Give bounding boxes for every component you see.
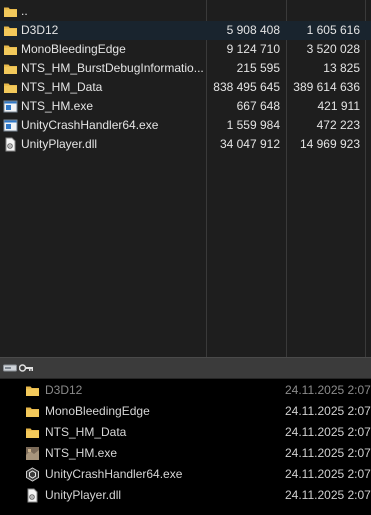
unity-exe-icon [25, 467, 40, 482]
dll-icon [3, 137, 18, 152]
folder-icon [3, 80, 18, 95]
file-name: NTS_HM.exe [45, 446, 118, 460]
file-name: UnityCrashHandler64.exe [21, 118, 159, 132]
file-row[interactable]: NTS_HM_Data 24.11.2025 2:07 [0, 422, 371, 443]
file-row[interactable]: NTS_HM.exe 24.11.2025 2:07 [0, 443, 371, 464]
file-packed-size: 13 825 [323, 61, 360, 75]
exe-icon [3, 118, 18, 133]
file-packed-size: 1 605 616 [306, 23, 360, 37]
file-row[interactable]: UnityPlayer.dll 34 047 912 14 969 923 [0, 135, 371, 154]
file-packed-size: 421 911 [317, 99, 361, 113]
archive-file-list: .. D3D12 5 908 408 1 605 616 MonoBleedingEdg… [0, 0, 371, 357]
file-row[interactable]: UnityPlayer.dll 24.11.2025 2:07 [0, 485, 371, 506]
file-name: D3D12 [21, 23, 59, 37]
file-name: NTS_HM_Data [21, 80, 103, 94]
file-row[interactable]: NTS_HM_Data 838 495 645 389 614 636 [0, 78, 371, 97]
folder-icon [3, 61, 18, 76]
file-size: 9 124 710 [226, 42, 280, 56]
file-modified-date: 24.11.2025 2:07 [285, 425, 371, 439]
file-size: 838 495 645 [213, 80, 280, 94]
file-packed-size: 472 223 [316, 118, 360, 132]
file-name: UnityPlayer.dll [45, 488, 122, 502]
folder-icon [3, 23, 18, 38]
file-row[interactable]: D3D12 5 908 408 1 605 616 [0, 21, 371, 40]
file-size: 215 595 [236, 61, 280, 75]
panel-splitter[interactable] [0, 357, 371, 379]
file-size: 1 559 984 [226, 118, 280, 132]
drive-icon[interactable] [3, 363, 17, 373]
file-row[interactable]: .. [0, 2, 371, 21]
file-name: NTS_HM.exe [21, 99, 94, 113]
file-row[interactable]: UnityCrashHandler64.exe 1 559 984 472 223 [0, 116, 371, 135]
game-exe-icon [25, 446, 40, 461]
file-packed-size: 3 520 028 [306, 42, 360, 56]
file-modified-date: 24.11.2025 2:07 [285, 446, 371, 460]
file-name: UnityPlayer.dll [21, 137, 98, 151]
file-size: 34 047 912 [219, 137, 280, 151]
file-row[interactable]: MonoBleedingEdge 9 124 710 3 520 028 [0, 40, 371, 59]
folder-icon [25, 425, 40, 440]
file-name: UnityCrashHandler64.exe [45, 467, 183, 481]
exe-icon [3, 99, 18, 114]
folder-icon [25, 404, 40, 419]
dll-icon [25, 488, 40, 503]
file-name: NTS_HM_Data [45, 425, 127, 439]
file-row[interactable]: NTS_HM_BurstDebugInformatio... 215 595 13 … [0, 59, 371, 78]
folder-icon [3, 42, 18, 57]
folder-icon [25, 383, 40, 398]
file-name: MonoBleedingEdge [21, 42, 126, 56]
file-row[interactable]: UnityCrashHandler64.exe 24.11.2025 2:07 [0, 464, 371, 485]
file-size: 667 648 [236, 99, 280, 113]
file-modified-date: 24.11.2025 2:07 [285, 404, 371, 418]
file-modified-date: 24.11.2025 2:07 [285, 488, 371, 502]
network-key-icon[interactable] [19, 363, 33, 373]
file-row[interactable]: D3D12 24.11.2025 2:07 [0, 380, 371, 401]
file-size: 5 908 408 [226, 23, 280, 37]
file-packed-size: 14 969 923 [299, 137, 360, 151]
file-packed-size: 389 614 636 [293, 80, 360, 94]
folder-up-icon [3, 4, 18, 19]
file-row[interactable]: MonoBleedingEdge 24.11.2025 2:07 [0, 401, 371, 422]
file-name: MonoBleedingEdge [45, 404, 150, 418]
file-row[interactable]: NTS_HM.exe 667 648 421 911 [0, 97, 371, 116]
file-name: D3D12 [45, 383, 83, 397]
destination-file-list: D3D12 24.11.2025 2:07 MonoBleedingEdge 24.1… [0, 379, 371, 515]
file-modified-date: 24.11.2025 2:07 [285, 383, 371, 397]
file-name: .. [21, 4, 28, 18]
file-modified-date: 24.11.2025 2:07 [285, 467, 371, 481]
file-name: NTS_HM_BurstDebugInformatio... [21, 61, 204, 75]
